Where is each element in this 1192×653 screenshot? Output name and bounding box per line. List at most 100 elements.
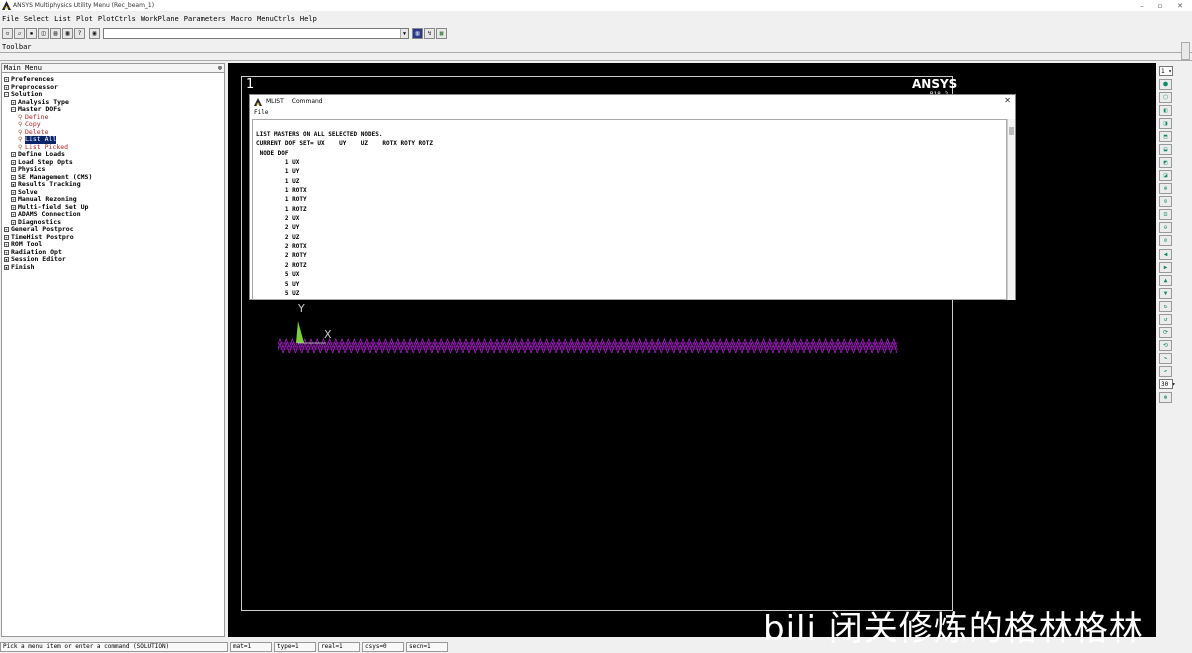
title-bar: ANSYS Multiphysics Utility Menu (Rec_bea… — [0, 0, 1192, 11]
ansys-icon — [254, 97, 262, 106]
expand-icon: + — [11, 212, 16, 218]
status-bar: Pick a menu item or enter a command (SOL… — [0, 641, 1192, 653]
left-view-icon[interactable]: ◩ — [1159, 157, 1172, 168]
view-toolbar: 1 ▾ ⬢ ⬡ ◧ ◨ ⬒ ⬓ ◩ ◪ ⊕ ⊙ ⊡ ⊖ ⊘ ◀ ▶ ▲ ▼ ↻ … — [1158, 63, 1176, 643]
toolbar-button-strip — [0, 52, 1192, 61]
rotate-y-neg-icon[interactable]: ⟲ — [1159, 340, 1172, 351]
menu-plot[interactable]: Plot — [76, 15, 93, 23]
menu-list[interactable]: List — [54, 15, 71, 23]
command-icon: ▪ — [4, 257, 9, 263]
output-line: NODE DOF — [256, 149, 289, 157]
triad-y-arrow — [296, 321, 304, 343]
menu-plotctrls[interactable]: PlotCtrls — [98, 15, 136, 23]
open-file-icon[interactable]: ▱ — [14, 28, 25, 39]
menu-file[interactable]: File — [2, 15, 19, 23]
output-line: 5 ROTX — [256, 298, 1006, 299]
expand-icon: + — [11, 152, 16, 158]
top-view-icon[interactable]: ⬒ — [1159, 131, 1172, 142]
zoom-back-icon[interactable]: ⊖ — [1159, 222, 1172, 233]
menu-tree-item[interactable]: ▪ Session Editor — [2, 255, 224, 264]
pan-zoom-icon[interactable]: ◫ — [38, 28, 49, 39]
zoom-icon[interactable]: ⊙ — [1159, 196, 1172, 207]
output-line: CURRENT DOF SET= UX UY UZ ROTX ROTY ROTZ — [256, 140, 434, 148]
command-input[interactable]: ▼ — [103, 28, 409, 39]
output-line: 1 UZ — [256, 177, 300, 185]
output-line: 1 UY — [256, 168, 300, 176]
status-csys: csys=0 — [362, 642, 404, 652]
dialog-scrollbar[interactable] — [1007, 119, 1015, 300]
reset-picking-icon[interactable]: ↯ — [424, 28, 435, 39]
output-line: 2 UY — [256, 224, 300, 232]
command-prompt-icon[interactable]: ▣ — [89, 28, 100, 39]
pin-icon: ⚲ — [18, 136, 23, 143]
box-zoom-icon[interactable]: ⊡ — [1159, 209, 1172, 220]
dialog-caption: Command — [291, 98, 323, 105]
maximize-icon[interactable]: ▫ — [1150, 0, 1170, 11]
help-icon[interactable]: ? — [74, 28, 85, 39]
menu-workplane[interactable]: WorkPlane — [141, 15, 179, 23]
collapse-menu-icon[interactable]: ⊗ — [218, 64, 222, 72]
dialog-menu-file[interactable]: File — [254, 109, 268, 116]
pan-down-icon[interactable]: ▼ — [1159, 288, 1172, 299]
menu-parameters[interactable]: Parameters — [184, 15, 226, 23]
menu-help[interactable]: Help — [300, 15, 317, 23]
output-line: 5 UZ — [256, 289, 300, 297]
dialog-output-text[interactable]: LIST MASTERS ON ALL SELECTED NODES. CURRE… — [252, 119, 1007, 300]
menu-select[interactable]: Select — [24, 15, 49, 23]
dialog-scroll-thumb[interactable] — [1009, 127, 1014, 135]
command-icon: ▪ — [11, 182, 16, 188]
mlist-dialog: MLIST Command ✕ File LIST MASTERS ON ALL… — [249, 94, 1016, 300]
output-line: 1 ROTZ — [256, 205, 307, 213]
pan-right-icon[interactable]: ▶ — [1159, 262, 1172, 273]
standard-toolbar: ▫ ▱ ▪ ◫ ▤ ▦ ? ▣ ▼ ▥ ↯ ▩ — [0, 26, 1192, 41]
output-line: 2 UZ — [256, 233, 300, 241]
main-menu-title: Main Menu — [4, 64, 42, 72]
rotate-z-neg-icon[interactable]: ↶ — [1159, 366, 1172, 377]
minimize-icon[interactable]: – — [1132, 0, 1152, 11]
dialog-close-icon[interactable]: ✕ — [1004, 96, 1011, 105]
expand-icon: + — [11, 174, 16, 180]
pan-left-icon[interactable]: ◀ — [1159, 249, 1172, 260]
contact-manager-icon[interactable]: ▩ — [436, 28, 447, 39]
toolbar-expander[interactable] — [1181, 42, 1190, 60]
raise-hidden-icon[interactable]: ▥ — [412, 28, 423, 39]
menu-tree-item[interactable]: ▪ Finish — [2, 263, 224, 272]
rotate-x-neg-icon[interactable]: ↺ — [1159, 314, 1172, 325]
rotation-angle-select[interactable]: 30 ▾ — [1159, 379, 1175, 389]
new-file-icon[interactable]: ▫ — [2, 28, 13, 39]
report-icon[interactable]: ▦ — [62, 28, 73, 39]
expand-icon: + — [11, 167, 16, 173]
expand-icon: + — [4, 84, 9, 90]
window-title: ANSYS Multiphysics Utility Menu (Rec_bea… — [13, 2, 155, 9]
menu-menuctrls[interactable]: MenuCtrls — [257, 15, 295, 23]
rotate-y-icon[interactable]: ⟳ — [1159, 327, 1172, 338]
rotate-z-icon[interactable]: ↷ — [1159, 353, 1172, 364]
ansys-logo-icon — [1, 1, 11, 11]
right-view-icon[interactable]: ◪ — [1159, 170, 1172, 181]
expand-icon: + — [11, 204, 16, 210]
save-icon[interactable]: ▪ — [26, 28, 37, 39]
print-icon[interactable]: ▤ — [50, 28, 61, 39]
fit-view-icon[interactable]: ⊘ — [1159, 235, 1172, 246]
dynamic-mode-icon[interactable]: ⊛ — [1159, 392, 1172, 403]
bottom-view-icon[interactable]: ⬓ — [1159, 144, 1172, 155]
window-select[interactable]: 1 ▾ — [1159, 66, 1173, 76]
output-line: 5 UX — [256, 271, 300, 279]
oblique-view-icon[interactable]: ⬡ — [1159, 92, 1172, 103]
output-line: 1 ROTY — [256, 196, 307, 204]
front-view-icon[interactable]: ◧ — [1159, 105, 1172, 116]
window-number: 1 — [246, 77, 255, 92]
zoom-in-icon[interactable]: ⊕ — [1159, 183, 1172, 194]
dialog-name: MLIST — [266, 98, 284, 105]
rotation-angle-value: 30 — [1161, 380, 1169, 388]
back-view-icon[interactable]: ◨ — [1159, 118, 1172, 129]
pin-icon: ⚲ — [18, 128, 23, 136]
expand-icon: + — [4, 249, 9, 255]
pan-up-icon[interactable]: ▲ — [1159, 275, 1172, 286]
rotate-x-icon[interactable]: ↻ — [1159, 301, 1172, 312]
close-window-icon[interactable]: ✕ — [1170, 0, 1190, 11]
command-history-dropdown-icon[interactable]: ▼ — [400, 29, 408, 38]
menu-macro[interactable]: Macro — [231, 15, 252, 23]
beam-mesh-plot — [278, 321, 898, 354]
iso-view-icon[interactable]: ⬢ — [1159, 79, 1172, 90]
